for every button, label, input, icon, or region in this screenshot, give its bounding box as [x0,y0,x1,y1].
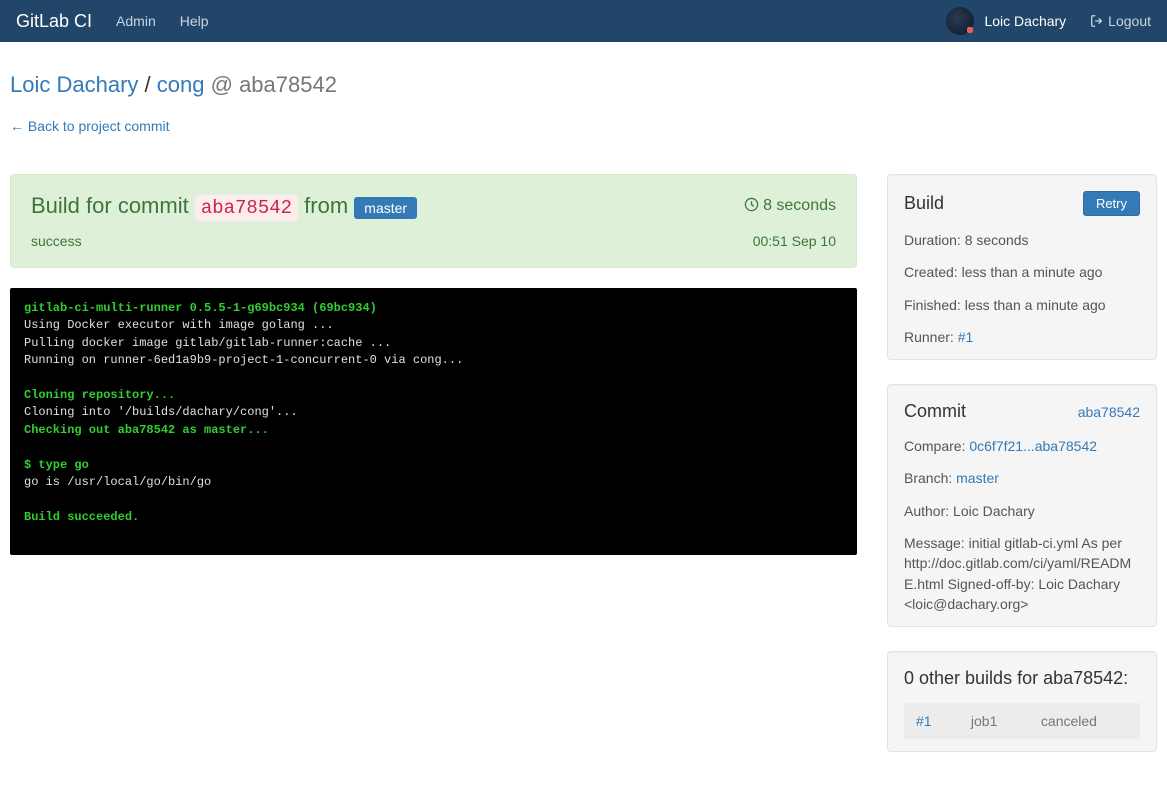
other-build-id[interactable]: #1 [916,713,932,729]
alert-commit-sha: aba78542 [195,195,298,221]
branch-label: Branch: [904,470,952,486]
author-label: Author: [904,503,949,519]
log-line: go is /usr/local/go/bin/go [24,474,843,491]
user-avatar-icon[interactable] [946,7,974,35]
commit-panel-title: Commit [904,401,966,422]
navbar-username[interactable]: Loic Dachary [984,13,1066,29]
logout-icon [1090,14,1104,28]
table-row: #1 job1 canceled [904,703,1140,739]
build-log-terminal[interactable]: gitlab-ci-multi-runner 0.5.5-1-g69bc934 … [10,288,857,555]
alert-branch-pill[interactable]: master [354,197,417,219]
author-value: Loic Dachary [953,503,1035,519]
logout-label: Logout [1108,13,1151,29]
back-to-commit-link[interactable]: ← Back to project commit [10,118,170,134]
log-line [24,491,843,508]
log-line: gitlab-ci-multi-runner 0.5.5-1-g69bc934 … [24,300,843,317]
retry-button[interactable]: Retry [1083,191,1140,216]
nav-help[interactable]: Help [180,13,209,29]
nav-admin[interactable]: Admin [116,13,156,29]
commit-sha-link[interactable]: aba78542 [1078,404,1140,420]
log-line [24,439,843,456]
log-line [24,370,843,387]
breadcrumb-at: @ aba78542 [211,72,337,97]
log-line: Checking out aba78542 as master... [24,422,843,439]
other-builds-table: #1 job1 canceled [904,703,1140,739]
build-status-text: success [31,233,82,249]
finished-label: Finished: [904,297,961,313]
log-line: Running on runner-6ed1a9b9-project-1-con… [24,352,843,369]
duration-value: 8 seconds [965,232,1029,248]
build-panel-title: Build [904,193,944,214]
other-build-state: canceled [1029,703,1140,739]
clock-icon [744,197,759,212]
build-duration: 8 seconds [744,197,836,215]
build-timestamp: 00:51 Sep 10 [753,233,836,249]
created-label: Created: [904,264,958,280]
log-line: Using Docker executor with image golang … [24,317,843,334]
log-line: Cloning into '/builds/dachary/cong'... [24,404,843,421]
log-line [24,526,843,543]
created-value: less than a minute ago [962,264,1103,280]
compare-label: Compare: [904,438,965,454]
log-line: Cloning repository... [24,387,843,404]
brand-logo[interactable]: GitLab CI [16,11,92,32]
commit-panel: Commit aba78542 Compare: 0c6f7f21...aba7… [887,384,1157,627]
finished-value: less than a minute ago [965,297,1106,313]
build-alert-title: Build for commit aba78542 from master [31,193,417,219]
other-builds-title: 0 other builds for aba78542: [904,668,1128,689]
breadcrumb-project[interactable]: cong [157,72,205,97]
top-navbar: GitLab CI Admin Help Loic Dachary Logout [0,0,1167,42]
log-line: Pulling docker image gitlab/gitlab-runne… [24,335,843,352]
other-build-job: job1 [959,703,1029,739]
duration-label: Duration: [904,232,961,248]
other-builds-panel: 0 other builds for aba78542: #1 job1 can… [887,651,1157,752]
runner-label: Runner: [904,329,954,345]
breadcrumb: Loic Dachary / cong @ aba78542 [10,72,1157,98]
breadcrumb-owner[interactable]: Loic Dachary [10,72,138,97]
log-line: $ type go [24,457,843,474]
message-label: Message: [904,535,965,551]
branch-link[interactable]: master [956,470,999,486]
compare-link[interactable]: 0c6f7f21...aba78542 [969,438,1097,454]
logout-link[interactable]: Logout [1090,13,1151,29]
build-panel: Build Retry Duration: 8 seconds Created:… [887,174,1157,360]
build-status-alert: Build for commit aba78542 from master 8 … [10,174,857,268]
log-line: Build succeeded. [24,509,843,526]
runner-link[interactable]: #1 [958,329,974,345]
